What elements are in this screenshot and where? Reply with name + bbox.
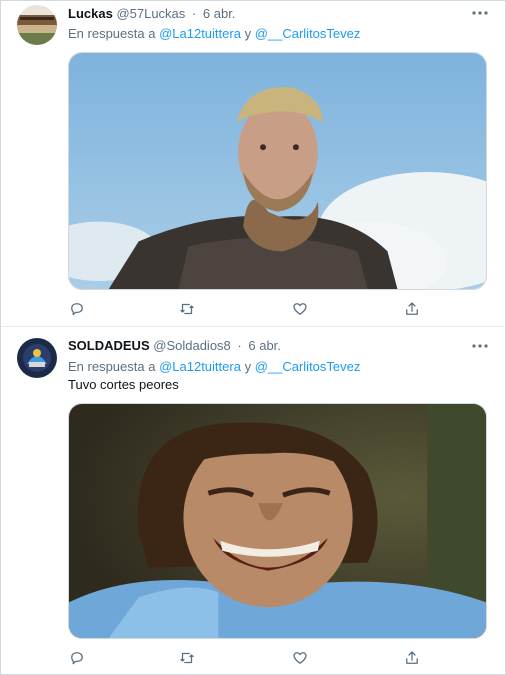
reply-prefix: En respuesta a [68,26,156,41]
tweet[interactable]: SOLDADEUS @Soldadios8 · 6 abr. En respue… [1,327,504,673]
retweet-icon[interactable] [178,649,196,667]
handle[interactable]: @57Luckas [116,6,185,21]
reply-conjunction: y [244,359,252,374]
separator: · [237,338,242,353]
tweet-actions [68,649,428,667]
display-name[interactable]: Luckas [68,6,113,21]
tweet-header: SOLDADEUS @Soldadios8 · 6 abr. [68,336,281,356]
mention-link[interactable]: @La12tuittera [159,359,241,374]
tweet-actions [68,300,428,318]
timestamp[interactable]: 6 abr. [203,6,236,21]
reply-icon[interactable] [68,649,86,667]
separator: · [191,6,197,21]
reply-conjunction: y [244,26,252,41]
heart-icon[interactable] [291,649,309,667]
reply-prefix: En respuesta a [68,359,156,374]
timestamp[interactable]: 6 abr. [248,338,281,353]
tweet-text: Tuvo cortes peores [68,377,179,392]
share-icon[interactable] [403,300,421,318]
avatar[interactable] [17,5,57,45]
mention-link[interactable]: @La12tuittera [159,26,241,41]
handle[interactable]: @Soldadios8 [153,338,231,353]
avatar[interactable] [17,338,57,378]
reply-context: En respuesta a @La12tuittera y @__Carlit… [68,25,360,43]
more-icon[interactable] [470,6,490,20]
tweet[interactable]: Luckas @57Luckas · 6 abr. En respuesta a… [1,0,504,327]
more-icon[interactable] [470,339,490,353]
tweet-header: Luckas @57Luckas · 6 abr. [68,4,235,24]
mention-link[interactable]: @__CarlitosTevez [255,26,361,41]
retweet-icon[interactable] [178,300,196,318]
display-name[interactable]: SOLDADEUS [68,338,150,353]
heart-icon[interactable] [291,300,309,318]
reply-context: En respuesta a @La12tuittera y @__Carlit… [68,358,360,376]
mention-link[interactable]: @__CarlitosTevez [255,359,361,374]
share-icon[interactable] [403,649,421,667]
reply-icon[interactable] [68,300,86,318]
tweet-image[interactable] [68,403,487,639]
tweet-image[interactable] [68,52,487,290]
